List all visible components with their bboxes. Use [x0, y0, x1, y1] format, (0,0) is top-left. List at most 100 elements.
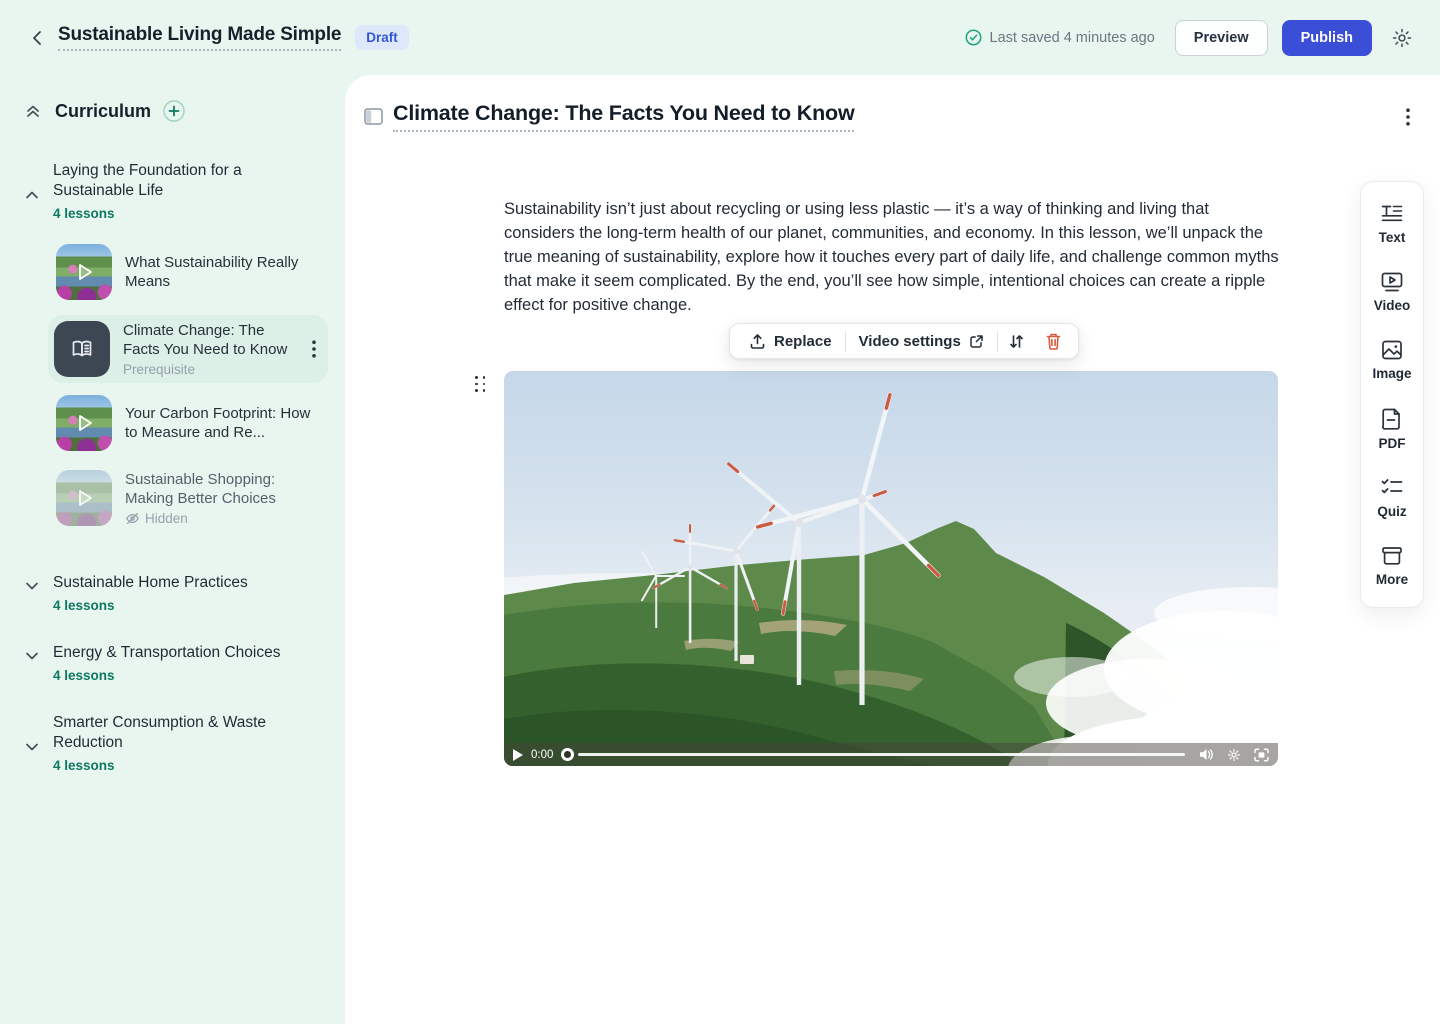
course-title[interactable]: Sustainable Living Made Simple	[58, 24, 341, 51]
video-block-toolbar: Replace Video settings	[729, 323, 1079, 359]
more-block-icon	[1380, 545, 1404, 567]
fullscreen-icon[interactable]	[1254, 748, 1269, 762]
publish-button[interactable]: Publish	[1282, 20, 1372, 56]
video-thumbnail	[56, 244, 112, 300]
lesson-title: Sustainable Shopping: Making Better Choi…	[125, 470, 313, 508]
section-title: Energy & Transportation Choices	[53, 643, 280, 663]
chevron-down-icon[interactable]	[24, 739, 40, 773]
video-current-time: 0:00	[531, 749, 553, 761]
chevron-down-icon[interactable]	[24, 648, 40, 683]
section-text: Laying the Foundation for a Sustainable …	[53, 161, 289, 221]
block-palette: Text Video Image PDF Quiz More	[1360, 181, 1424, 608]
play-icon	[56, 244, 112, 300]
lesson-title: Climate Change: The Facts You Need to Kn…	[123, 321, 295, 359]
last-saved-text: Last saved 4 minutes ago	[990, 30, 1155, 46]
video-thumbnail	[56, 470, 112, 526]
external-link-icon	[969, 334, 984, 349]
add-video-block-button[interactable]: Video	[1374, 271, 1411, 313]
section-text: Sustainable Home Practices 4 lessons	[53, 573, 248, 613]
section-lesson-count: 4 lessons	[53, 206, 289, 221]
preview-button[interactable]: Preview	[1175, 20, 1268, 56]
lesson-editor: Climate Change: The Facts You Need to Kn…	[345, 75, 1440, 1024]
swap-arrows-icon	[1008, 333, 1025, 350]
add-image-block-button[interactable]: Image	[1372, 339, 1411, 381]
status-badge: Draft	[355, 25, 409, 50]
add-text-block-button[interactable]: Text	[1379, 203, 1406, 245]
video-block-icon	[1380, 271, 1404, 293]
section-lesson-count: 4 lessons	[53, 598, 248, 613]
curriculum-header: Curriculum	[24, 100, 325, 122]
more-blocks-button[interactable]: More	[1376, 545, 1408, 587]
quiz-block-icon	[1380, 477, 1404, 499]
video-settings-button[interactable]: Video settings	[846, 324, 997, 358]
lesson-video-player[interactable]: 0:00	[504, 371, 1278, 766]
gear-icon	[1391, 27, 1413, 49]
video-progress-track[interactable]	[578, 753, 1185, 756]
check-circle-icon	[965, 29, 982, 46]
video-scene-wind-turbines	[504, 371, 1278, 766]
trash-icon	[1045, 332, 1062, 350]
chevron-up-icon[interactable]	[24, 187, 40, 221]
video-scrubber-handle[interactable]	[561, 748, 574, 761]
section-title: Smarter Consumption & Waste Reduction	[53, 713, 289, 753]
section-laying-the-foundation[interactable]: Laying the Foundation for a Sustainable …	[24, 161, 327, 221]
lesson-intro-paragraph[interactable]: Sustainability isn’t just about recyclin…	[504, 197, 1282, 317]
video-settings-label: Video settings	[859, 333, 961, 350]
lesson-page-title[interactable]: Climate Change: The Facts You Need to Kn…	[393, 101, 854, 132]
section-text: Smarter Consumption & Waste Reduction 4 …	[53, 713, 289, 773]
add-quiz-block-button[interactable]: Quiz	[1377, 477, 1406, 519]
lesson-header: Climate Change: The Facts You Need to Kn…	[362, 101, 1414, 132]
palette-label: Video	[1374, 298, 1411, 313]
text-block-icon	[1380, 203, 1404, 225]
delete-block-button[interactable]	[1035, 324, 1072, 358]
panel-icon	[364, 108, 383, 125]
collapse-all-button[interactable]	[24, 102, 42, 120]
lesson-text: Climate Change: The Facts You Need to Kn…	[123, 321, 295, 377]
lesson-kebab-menu[interactable]	[308, 336, 320, 362]
section-home-practices[interactable]: Sustainable Home Practices 4 lessons	[24, 573, 327, 613]
plus-circle-icon	[163, 100, 185, 122]
video-right-controls	[1199, 748, 1269, 762]
play-button[interactable]	[513, 749, 523, 761]
lesson-what-sustainability[interactable]: What Sustainability Really Means	[56, 244, 328, 300]
video-thumbnail	[56, 395, 112, 451]
lesson-climate-change-selected[interactable]: Climate Change: The Facts You Need to Kn…	[48, 315, 328, 383]
chevron-down-icon[interactable]	[24, 578, 40, 613]
section-title: Laying the Foundation for a Sustainable …	[53, 161, 289, 201]
volume-icon[interactable]	[1199, 748, 1214, 761]
block-drag-handle[interactable]	[475, 376, 489, 393]
settings-button[interactable]	[1388, 24, 1416, 52]
video-settings-gear-icon[interactable]	[1227, 748, 1241, 762]
reading-lesson-tile	[54, 321, 110, 377]
palette-label: PDF	[1379, 436, 1406, 451]
upload-icon	[749, 333, 766, 350]
section-smarter-consumption[interactable]: Smarter Consumption & Waste Reduction 4 …	[24, 713, 327, 773]
last-saved-status: Last saved 4 minutes ago	[965, 29, 1155, 46]
lesson-title: What Sustainability Really Means	[125, 253, 303, 291]
add-pdf-block-button[interactable]: PDF	[1379, 407, 1406, 451]
add-curriculum-button[interactable]	[163, 100, 185, 122]
section-title: Sustainable Home Practices	[53, 573, 248, 593]
lesson-kebab-menu[interactable]	[1402, 104, 1414, 130]
play-icon	[56, 395, 112, 451]
curriculum-sidebar: Curriculum Laying the Foundation for a S…	[0, 75, 345, 1024]
sidebar-toggle-button[interactable]	[362, 106, 384, 128]
back-button[interactable]	[24, 25, 50, 51]
topbar-actions: Last saved 4 minutes ago Preview Publish	[965, 20, 1416, 56]
reorder-button[interactable]	[998, 324, 1035, 358]
section-energy-transportation[interactable]: Energy & Transportation Choices 4 lesson…	[24, 643, 327, 683]
lesson-sustainable-shopping[interactable]: Sustainable Shopping: Making Better Choi…	[56, 470, 328, 526]
replace-label: Replace	[774, 333, 832, 350]
replace-button[interactable]: Replace	[736, 324, 845, 358]
topbar: Sustainable Living Made Simple Draft Las…	[0, 0, 1440, 75]
palette-label: More	[1376, 572, 1408, 587]
curriculum-title: Curriculum	[55, 101, 151, 122]
lesson-text: Sustainable Shopping: Making Better Choi…	[125, 470, 313, 526]
palette-label: Text	[1379, 230, 1406, 245]
eye-off-icon	[125, 511, 140, 526]
lesson-carbon-footprint[interactable]: Your Carbon Footprint: How to Measure an…	[56, 395, 328, 451]
pdf-block-icon	[1381, 407, 1403, 431]
lesson-title: Your Carbon Footprint: How to Measure an…	[125, 404, 313, 442]
section-lesson-count: 4 lessons	[53, 758, 289, 773]
video-controls-bar: 0:00	[504, 743, 1278, 766]
